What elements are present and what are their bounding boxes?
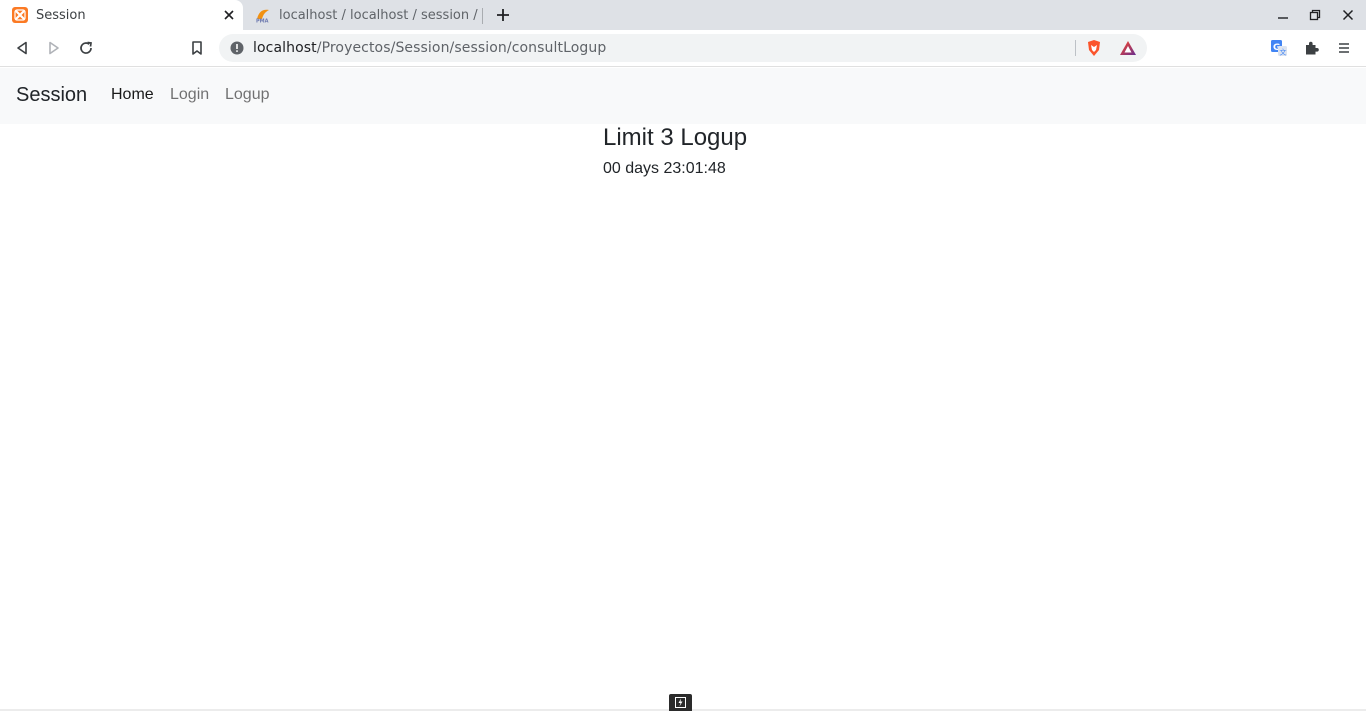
svg-text:文: 文 — [1280, 48, 1287, 57]
forward-icon[interactable] — [42, 36, 66, 60]
reload-icon[interactable] — [74, 36, 98, 60]
tab-phpmyadmin[interactable]: PMA localhost / localhost / session / — [243, 0, 483, 30]
translate-icon[interactable]: G 文 — [1267, 36, 1291, 60]
address-divider — [1075, 40, 1076, 56]
minimize-icon[interactable] — [1272, 5, 1294, 25]
countdown-timer: 00 days 23:01:48 — [603, 160, 726, 177]
back-icon[interactable] — [10, 36, 34, 60]
tab-session[interactable]: Session — [0, 0, 243, 30]
address-bar[interactable]: localhost/Proyectos/Session/session/cons… — [219, 34, 1147, 62]
browser-toolbar: localhost/Proyectos/Session/session/cons… — [0, 30, 1366, 67]
info-icon[interactable] — [229, 40, 245, 56]
new-tab-button[interactable] — [492, 4, 514, 26]
menu-icon[interactable] — [1332, 36, 1356, 60]
close-window-icon[interactable] — [1337, 5, 1359, 25]
xampp-icon — [12, 7, 28, 23]
extensions-icon[interactable] — [1300, 36, 1324, 60]
restore-icon[interactable] — [1304, 5, 1326, 25]
url-text: localhost/Proyectos/Session/session/cons… — [253, 40, 606, 56]
brave-rewards-icon[interactable] — [1119, 39, 1137, 57]
tab-divider — [482, 8, 483, 24]
nav-link-home[interactable]: Home — [111, 86, 154, 104]
main-content: Limit 3 Logup 00 days 23:01:48 — [603, 124, 747, 179]
tab-title: Session — [36, 7, 86, 23]
tab-strip: Session PMA localhost / localhost / sess… — [0, 0, 1366, 30]
nav-link-logup[interactable]: Logup — [225, 86, 270, 104]
bookmark-icon[interactable] — [185, 36, 209, 60]
tab-title: localhost / localhost / session / — [279, 7, 478, 23]
site-navbar: Session Home Login Logup — [0, 68, 1366, 124]
brave-shields-icon[interactable] — [1085, 39, 1103, 57]
url-host: localhost — [253, 40, 317, 56]
phpmyadmin-icon: PMA — [255, 7, 271, 23]
close-tab-icon[interactable] — [221, 7, 237, 23]
page-heading: Limit 3 Logup — [603, 124, 748, 151]
url-path: /Proyectos/Session/session/consultLogup — [316, 40, 607, 56]
bolt-icon[interactable] — [669, 694, 692, 711]
navbar-brand[interactable]: Session — [16, 84, 87, 107]
nav-link-login[interactable]: Login — [170, 86, 209, 104]
svg-text:PMA: PMA — [256, 19, 269, 24]
